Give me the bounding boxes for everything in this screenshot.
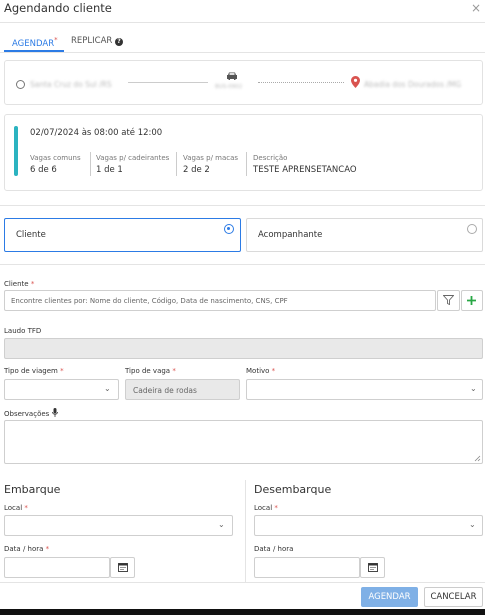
agendar-button[interactable]: AGENDAR	[361, 587, 418, 607]
embarque-local-label-text: Local	[4, 504, 23, 512]
desembarque-datahora-label: Data / hora	[254, 545, 294, 553]
required-marker: *	[271, 367, 276, 375]
origin-circle-icon	[16, 80, 25, 89]
vagas-comuns-value: 6 de 6	[30, 165, 57, 175]
dialog-title: Agendando cliente	[4, 1, 112, 15]
header-divider	[0, 22, 485, 23]
section-divider	[0, 264, 485, 265]
cancelar-button[interactable]: CANCELAR	[424, 587, 483, 607]
vaga-datetime: 02/07/2024 às 08:00 até 12:00	[30, 128, 163, 138]
embarque-title: Embarque	[4, 483, 61, 496]
column-divider	[245, 480, 246, 582]
required-marker: *	[30, 280, 35, 288]
vaga-divider	[246, 152, 247, 176]
plus-icon	[466, 295, 477, 308]
option-cliente-radio[interactable]	[224, 224, 234, 234]
filter-icon	[442, 295, 455, 307]
chevron-down-icon: ⌄	[470, 384, 477, 393]
route-dots	[258, 82, 344, 83]
vaga-panel	[4, 114, 483, 191]
option-cliente-label: Cliente	[16, 230, 46, 240]
desembarque-datahora-input[interactable]	[254, 557, 360, 578]
motivo-label: Motivo *	[246, 367, 275, 375]
vagas-cadeirantes-value: 1 de 1	[96, 165, 123, 175]
option-acompanhante-radio[interactable]	[467, 224, 477, 234]
embarque-local-select[interactable]	[4, 515, 233, 536]
desembarque-local-select[interactable]	[254, 515, 483, 536]
tab-replicar[interactable]: REPLICAR ?	[71, 36, 124, 46]
option-acompanhante-label: Acompanhante	[258, 230, 323, 240]
help-icon: ?	[115, 38, 124, 46]
microphone-icon[interactable]	[51, 408, 58, 419]
tab-replicar-label: REPLICAR	[71, 36, 113, 46]
required-marker: *	[54, 36, 58, 44]
footer-divider	[0, 582, 485, 583]
required-marker: *	[24, 504, 28, 512]
vehicle-caption: BUS-0902	[215, 84, 243, 90]
car-icon	[226, 71, 238, 83]
required-marker: *	[60, 367, 64, 375]
window-bottom-edge	[0, 609, 485, 615]
route-line	[128, 82, 208, 83]
vaga-divider	[176, 152, 177, 176]
tipo-vaga-value: Cadeira de rodas	[133, 386, 197, 395]
descricao-value: TESTE APRENSETANCAO	[253, 165, 357, 175]
tipo-viagem-label: Tipo de viagem *	[4, 367, 64, 375]
required-marker: *	[45, 545, 50, 553]
route-origin: Santa Cruz do Sul /RS	[30, 80, 112, 89]
chevron-down-icon: ⌄	[104, 384, 111, 393]
tipo-viagem-label-text: Tipo de viagem	[4, 367, 58, 375]
embarque-datahora-input[interactable]	[4, 557, 110, 578]
required-marker: *	[274, 504, 278, 512]
cliente-label: Cliente *	[4, 280, 34, 288]
vagas-macas-label: Vagas p/ macas	[183, 154, 239, 162]
calendar-icon	[368, 562, 378, 574]
calendar-icon	[118, 562, 128, 574]
tipo-vaga-label-text: Tipo de vaga	[125, 367, 171, 375]
tipo-vaga-label: Tipo de vaga *	[125, 367, 176, 375]
vaga-accent-bar	[14, 126, 18, 176]
tabs-divider	[0, 52, 485, 53]
embarque-datahora-label-text: Data / hora	[4, 545, 44, 553]
desembarque-local-label-text: Local	[254, 504, 273, 512]
desembarque-local-label: Local *	[254, 504, 278, 512]
observacoes-label: Observações	[4, 408, 58, 419]
tipo-viagem-select[interactable]	[4, 379, 119, 400]
observacoes-textarea[interactable]	[4, 420, 483, 464]
section-divider	[0, 205, 485, 206]
vagas-cadeirantes-label: Vagas p/ cadeirantes	[96, 154, 170, 162]
location-pin-icon	[351, 76, 360, 88]
descricao-label: Descrição	[253, 154, 288, 162]
observacoes-label-text: Observações	[4, 410, 50, 418]
vagas-comuns-label: Vagas comuns	[30, 154, 81, 162]
required-marker: *	[172, 367, 176, 375]
vaga-divider	[90, 152, 91, 176]
motivo-label-text: Motivo	[246, 367, 270, 375]
chevron-down-icon: ⌄	[469, 520, 476, 529]
embarque-datahora-label: Data / hora *	[4, 545, 49, 553]
vagas-macas-value: 2 de 2	[183, 165, 210, 175]
chevron-down-icon: ⌄	[218, 520, 225, 529]
tab-agendar[interactable]: AGENDAR*	[12, 36, 58, 49]
route-destination: Abadia dos Dourados /MG	[364, 80, 462, 89]
desembarque-title: Desembarque	[254, 483, 332, 496]
close-icon[interactable]: ×	[471, 1, 481, 15]
motivo-select[interactable]	[246, 379, 483, 400]
tab-agendar-label: AGENDAR	[12, 38, 55, 49]
laudo-label: Laudo TFD	[4, 327, 42, 335]
cliente-label-text: Cliente	[4, 280, 29, 288]
laudo-input	[4, 338, 483, 359]
embarque-local-label: Local *	[4, 504, 28, 512]
resize-handle-icon[interactable]	[474, 455, 481, 464]
cliente-search-placeholder: Encontre clientes por: Nome do cliente, …	[11, 297, 288, 305]
